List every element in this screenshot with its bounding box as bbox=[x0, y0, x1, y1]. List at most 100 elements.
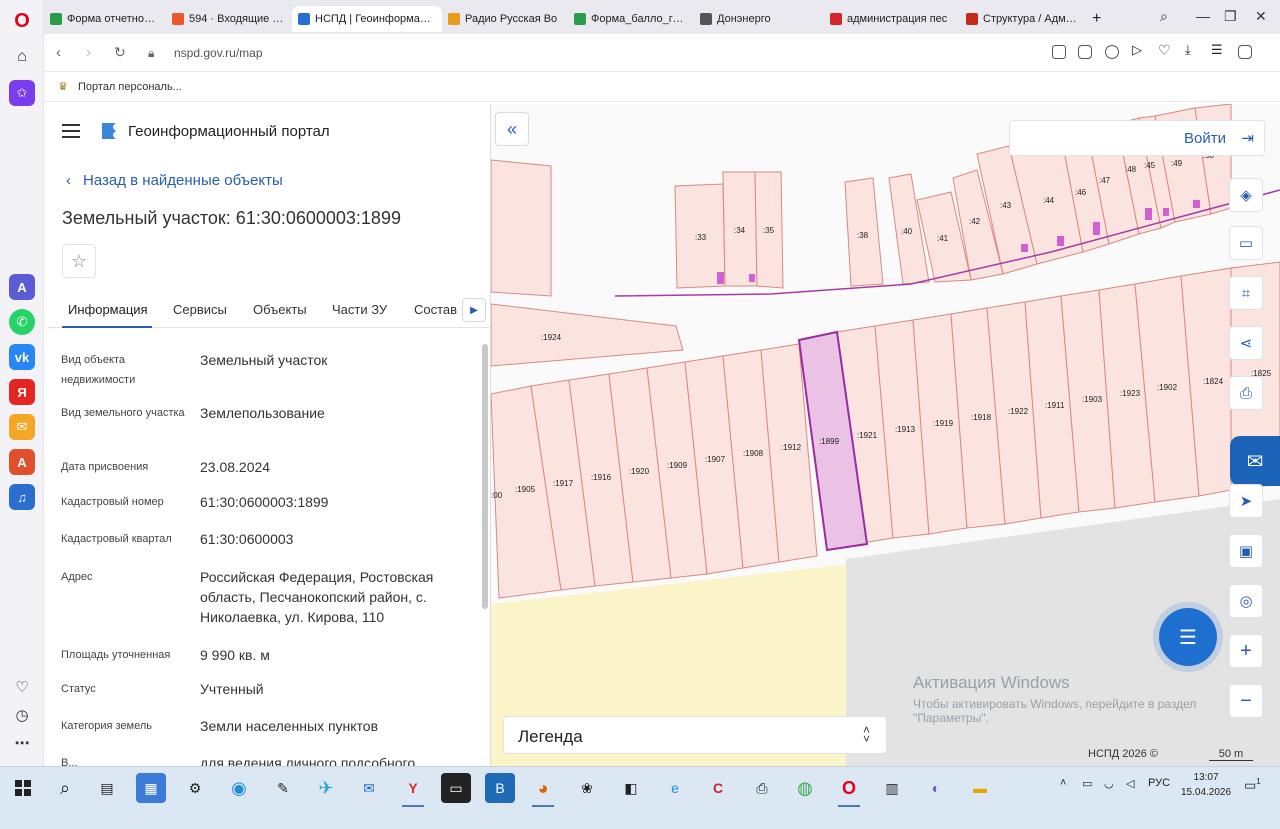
layers-button[interactable]: ◈ bbox=[1229, 178, 1263, 212]
notifications-icon[interactable]: ▭1 bbox=[1244, 777, 1261, 793]
forward-icon[interactable]: › bbox=[86, 44, 91, 61]
tab-information[interactable]: Информация bbox=[68, 302, 148, 317]
map-canvas[interactable]: :33 :34 :35 :38 :40 :41 :42 :43 :44 :46 … bbox=[491, 104, 1280, 766]
parcel-shape[interactable] bbox=[491, 159, 552, 297]
scrollbar-thumb[interactable] bbox=[482, 344, 488, 609]
gosuslugi-widget[interactable]: ✉ bbox=[1230, 436, 1280, 486]
firefox-icon[interactable]: ◕ bbox=[528, 773, 558, 807]
yandex-icon[interactable]: Я bbox=[9, 379, 35, 405]
file-explorer-icon[interactable]: ▬ bbox=[965, 773, 995, 803]
mail-icon[interactable]: ✉ bbox=[9, 414, 35, 440]
favorite-star-button[interactable]: ☆ bbox=[62, 244, 96, 278]
tab-objects[interactable]: Объекты bbox=[253, 302, 307, 317]
send-icon[interactable]: ▷ bbox=[1132, 42, 1146, 57]
url-field[interactable]: nspd.gov.ru/map bbox=[174, 46, 263, 60]
new-tab-button[interactable]: + bbox=[1086, 6, 1110, 32]
network-icon[interactable]: ▭ bbox=[1082, 777, 1092, 790]
mail-client-icon[interactable]: ✉ bbox=[354, 773, 384, 803]
minimap-button[interactable]: ▣ bbox=[1229, 534, 1263, 568]
tabs-scroll-right-button[interactable]: ▶ bbox=[462, 298, 486, 322]
bookmark-item[interactable]: Портал персональ... bbox=[78, 81, 182, 93]
wifi-icon[interactable]: ◡ bbox=[1104, 777, 1114, 790]
tab-composition[interactable]: Состав bbox=[414, 302, 457, 317]
back-icon[interactable]: ‹ bbox=[56, 44, 61, 61]
ruler-button[interactable]: ▭ bbox=[1229, 226, 1263, 260]
chat-button[interactable]: ☰ bbox=[1159, 608, 1217, 666]
collapse-panel-button[interactable]: « bbox=[495, 112, 529, 146]
translate-icon[interactable]: A bbox=[9, 449, 35, 475]
print-button[interactable]: ⎙ bbox=[1229, 376, 1263, 410]
menu-icon[interactable] bbox=[62, 124, 80, 138]
search-icon[interactable]: ⌕ bbox=[50, 773, 80, 803]
browser-tab[interactable]: Структура / Админи bbox=[960, 6, 1086, 32]
legend-dropdown[interactable]: Легенда ˄ ˅ bbox=[503, 716, 887, 754]
profile-icon[interactable] bbox=[1238, 45, 1252, 59]
back-to-results-link[interactable]: ‹ Назад в найденные объекты bbox=[66, 172, 283, 189]
app-icon[interactable]: C bbox=[703, 773, 733, 803]
browser-tab[interactable]: Форма_балло_гекта bbox=[568, 6, 694, 32]
browser-tab-active[interactable]: НСПД | Геоинформацио bbox=[292, 6, 442, 32]
browser-tab[interactable]: Донэнерго bbox=[694, 6, 820, 32]
windows-start-icon[interactable] bbox=[8, 773, 38, 803]
opera-logo-icon[interactable]: O bbox=[9, 8, 35, 34]
telegram-icon[interactable]: ✈ bbox=[311, 773, 341, 803]
geolocation-button[interactable]: ◎ bbox=[1229, 584, 1263, 618]
app-icon[interactable]: B bbox=[485, 773, 515, 803]
ruler-icon: ▭ bbox=[1238, 235, 1254, 252]
settings-gear-icon[interactable]: ⚙ bbox=[180, 773, 210, 803]
ai-icon[interactable]: A bbox=[9, 274, 35, 300]
tab-parts[interactable]: Части ЗУ bbox=[332, 302, 387, 317]
volume-icon[interactable]: ◁ bbox=[1126, 777, 1134, 790]
aria-icon[interactable]: ✩ bbox=[9, 80, 35, 106]
app-icon[interactable]: ◐ bbox=[921, 773, 951, 803]
share-map-button[interactable]: ⋖ bbox=[1229, 326, 1263, 360]
settings-icon[interactable]: ☰ bbox=[1211, 42, 1225, 57]
player-icon[interactable]: ♫ bbox=[9, 484, 35, 510]
cadastral-map[interactable]: :33 :34 :35 :38 :40 :41 :42 :43 :44 :46 … bbox=[491, 104, 1280, 766]
browser-tab[interactable]: Радио Русская Во bbox=[442, 6, 568, 32]
zoom-in-button[interactable]: + bbox=[1229, 634, 1263, 668]
app-icon[interactable]: ▦ bbox=[136, 773, 166, 803]
printer-icon[interactable]: ⎙ bbox=[747, 773, 777, 803]
locate-icon: ➤ bbox=[1239, 493, 1253, 510]
paint-icon[interactable]: ✎ bbox=[268, 773, 298, 803]
browser-tab[interactable]: администрация пес bbox=[824, 6, 960, 32]
app-icon[interactable]: ◧ bbox=[616, 773, 646, 803]
search-tabs-icon[interactable]: ⌕ bbox=[1160, 8, 1168, 25]
edge-icon[interactable]: ◉ bbox=[224, 773, 254, 803]
reload-icon[interactable]: ↻ bbox=[114, 44, 126, 61]
browser-tab[interactable]: Форма отчетности п bbox=[44, 6, 166, 32]
chrome-icon[interactable]: ◍ bbox=[790, 773, 820, 803]
camera-icon[interactable] bbox=[1078, 45, 1092, 59]
vk-icon[interactable]: vk bbox=[9, 344, 35, 370]
system-clock[interactable]: 13:07 15.04.2026 bbox=[1181, 770, 1231, 800]
app-icon[interactable]: ▥ bbox=[877, 773, 907, 803]
more-icon[interactable]: ⋯ bbox=[9, 730, 35, 756]
adblock-icon[interactable] bbox=[1105, 45, 1119, 59]
locate-button[interactable]: ➤ bbox=[1229, 484, 1263, 518]
yandex-browser-icon[interactable]: Y bbox=[398, 773, 428, 807]
home-icon[interactable]: ⌂ bbox=[9, 44, 35, 70]
heart-icon[interactable]: ♡ bbox=[9, 674, 35, 700]
ie-icon[interactable]: e bbox=[660, 773, 690, 803]
select-area-button[interactable]: ⌗ bbox=[1229, 276, 1263, 310]
tray-chevron-icon[interactable]: ˄ bbox=[1060, 777, 1066, 789]
favorite-icon[interactable]: ♡ bbox=[1158, 42, 1172, 58]
history-icon[interactable]: ◷ bbox=[9, 702, 35, 728]
language-indicator[interactable]: РУС bbox=[1148, 777, 1170, 789]
panel-scrollbar[interactable] bbox=[482, 344, 488, 764]
whatsapp-icon[interactable]: ✆ bbox=[9, 309, 35, 335]
browser-tab[interactable]: 594 · Входящие — Я bbox=[166, 6, 292, 32]
close-icon[interactable]: ✕ bbox=[1255, 8, 1267, 25]
login-button[interactable]: Войти ⇥ bbox=[1009, 120, 1265, 156]
parcel-shape[interactable] bbox=[491, 303, 684, 367]
download-icon[interactable]: ⤓ bbox=[1185, 42, 1199, 57]
share-icon[interactable] bbox=[1052, 45, 1066, 59]
task-view-icon[interactable]: ▤ bbox=[92, 773, 122, 803]
minimize-icon[interactable]: — bbox=[1196, 8, 1210, 24]
opera-icon[interactable]: O bbox=[834, 773, 864, 807]
restore-icon[interactable]: ❐ bbox=[1224, 8, 1237, 25]
tab-services[interactable]: Сервисы bbox=[173, 302, 227, 317]
terminal-icon[interactable]: ▭ bbox=[441, 773, 471, 803]
app-icon[interactable]: ❀ bbox=[572, 773, 602, 803]
